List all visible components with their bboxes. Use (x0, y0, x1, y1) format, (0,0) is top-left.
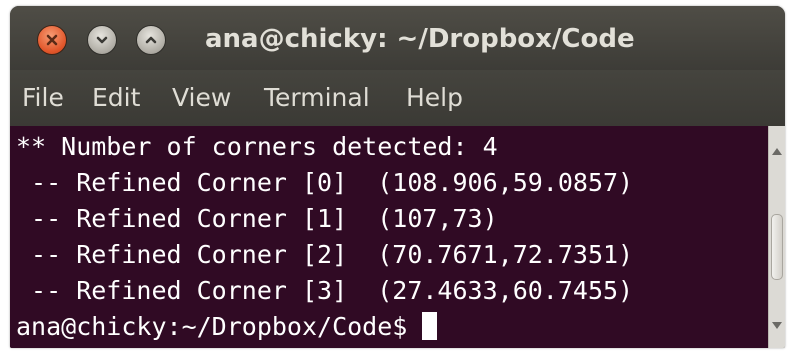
prompt-line[interactable]: ana@chicky:~/Dropbox/Code$ (16, 310, 438, 344)
close-button[interactable] (37, 25, 67, 55)
minimize-button[interactable] (87, 25, 117, 55)
output-line: -- Refined Corner [1] (107,73) (16, 204, 498, 233)
minimize-icon (96, 36, 108, 44)
vertical-scrollbar[interactable] (768, 126, 785, 348)
menu-help[interactable]: Help (406, 83, 463, 113)
menu-view[interactable]: View (172, 83, 231, 113)
scroll-up-arrow-icon[interactable] (772, 148, 782, 155)
output-line: ** Number of corners detected: 4 (16, 132, 498, 161)
close-icon (46, 34, 58, 46)
scrollbar-thumb[interactable] (771, 214, 783, 280)
menu-bar: File Edit View Terminal Help (10, 70, 785, 126)
maximize-button[interactable] (136, 25, 166, 55)
window-title: ana@chicky: ~/Dropbox/Code (205, 24, 635, 54)
output-line: -- Refined Corner [0] (108.906,59.0857) (16, 168, 634, 197)
terminal-output[interactable]: ** Number of corners detected: 4 -- Refi… (10, 126, 768, 348)
menu-file[interactable]: File (22, 83, 64, 113)
maximize-icon (145, 36, 157, 44)
scroll-down-arrow-icon[interactable] (772, 322, 782, 329)
output-line: -- Refined Corner [2] (70.7671,72.7351) (16, 240, 634, 269)
title-bar[interactable]: ana@chicky: ~/Dropbox/Code (10, 6, 785, 70)
menu-terminal[interactable]: Terminal (264, 83, 370, 113)
shell-prompt: ana@chicky:~/Dropbox/Code$ (16, 312, 423, 341)
menu-edit[interactable]: Edit (92, 83, 140, 113)
output-line: -- Refined Corner [3] (27.4633,60.7455) (16, 276, 634, 305)
terminal-window: ana@chicky: ~/Dropbox/Code File Edit Vie… (10, 6, 785, 348)
text-cursor (422, 312, 438, 340)
